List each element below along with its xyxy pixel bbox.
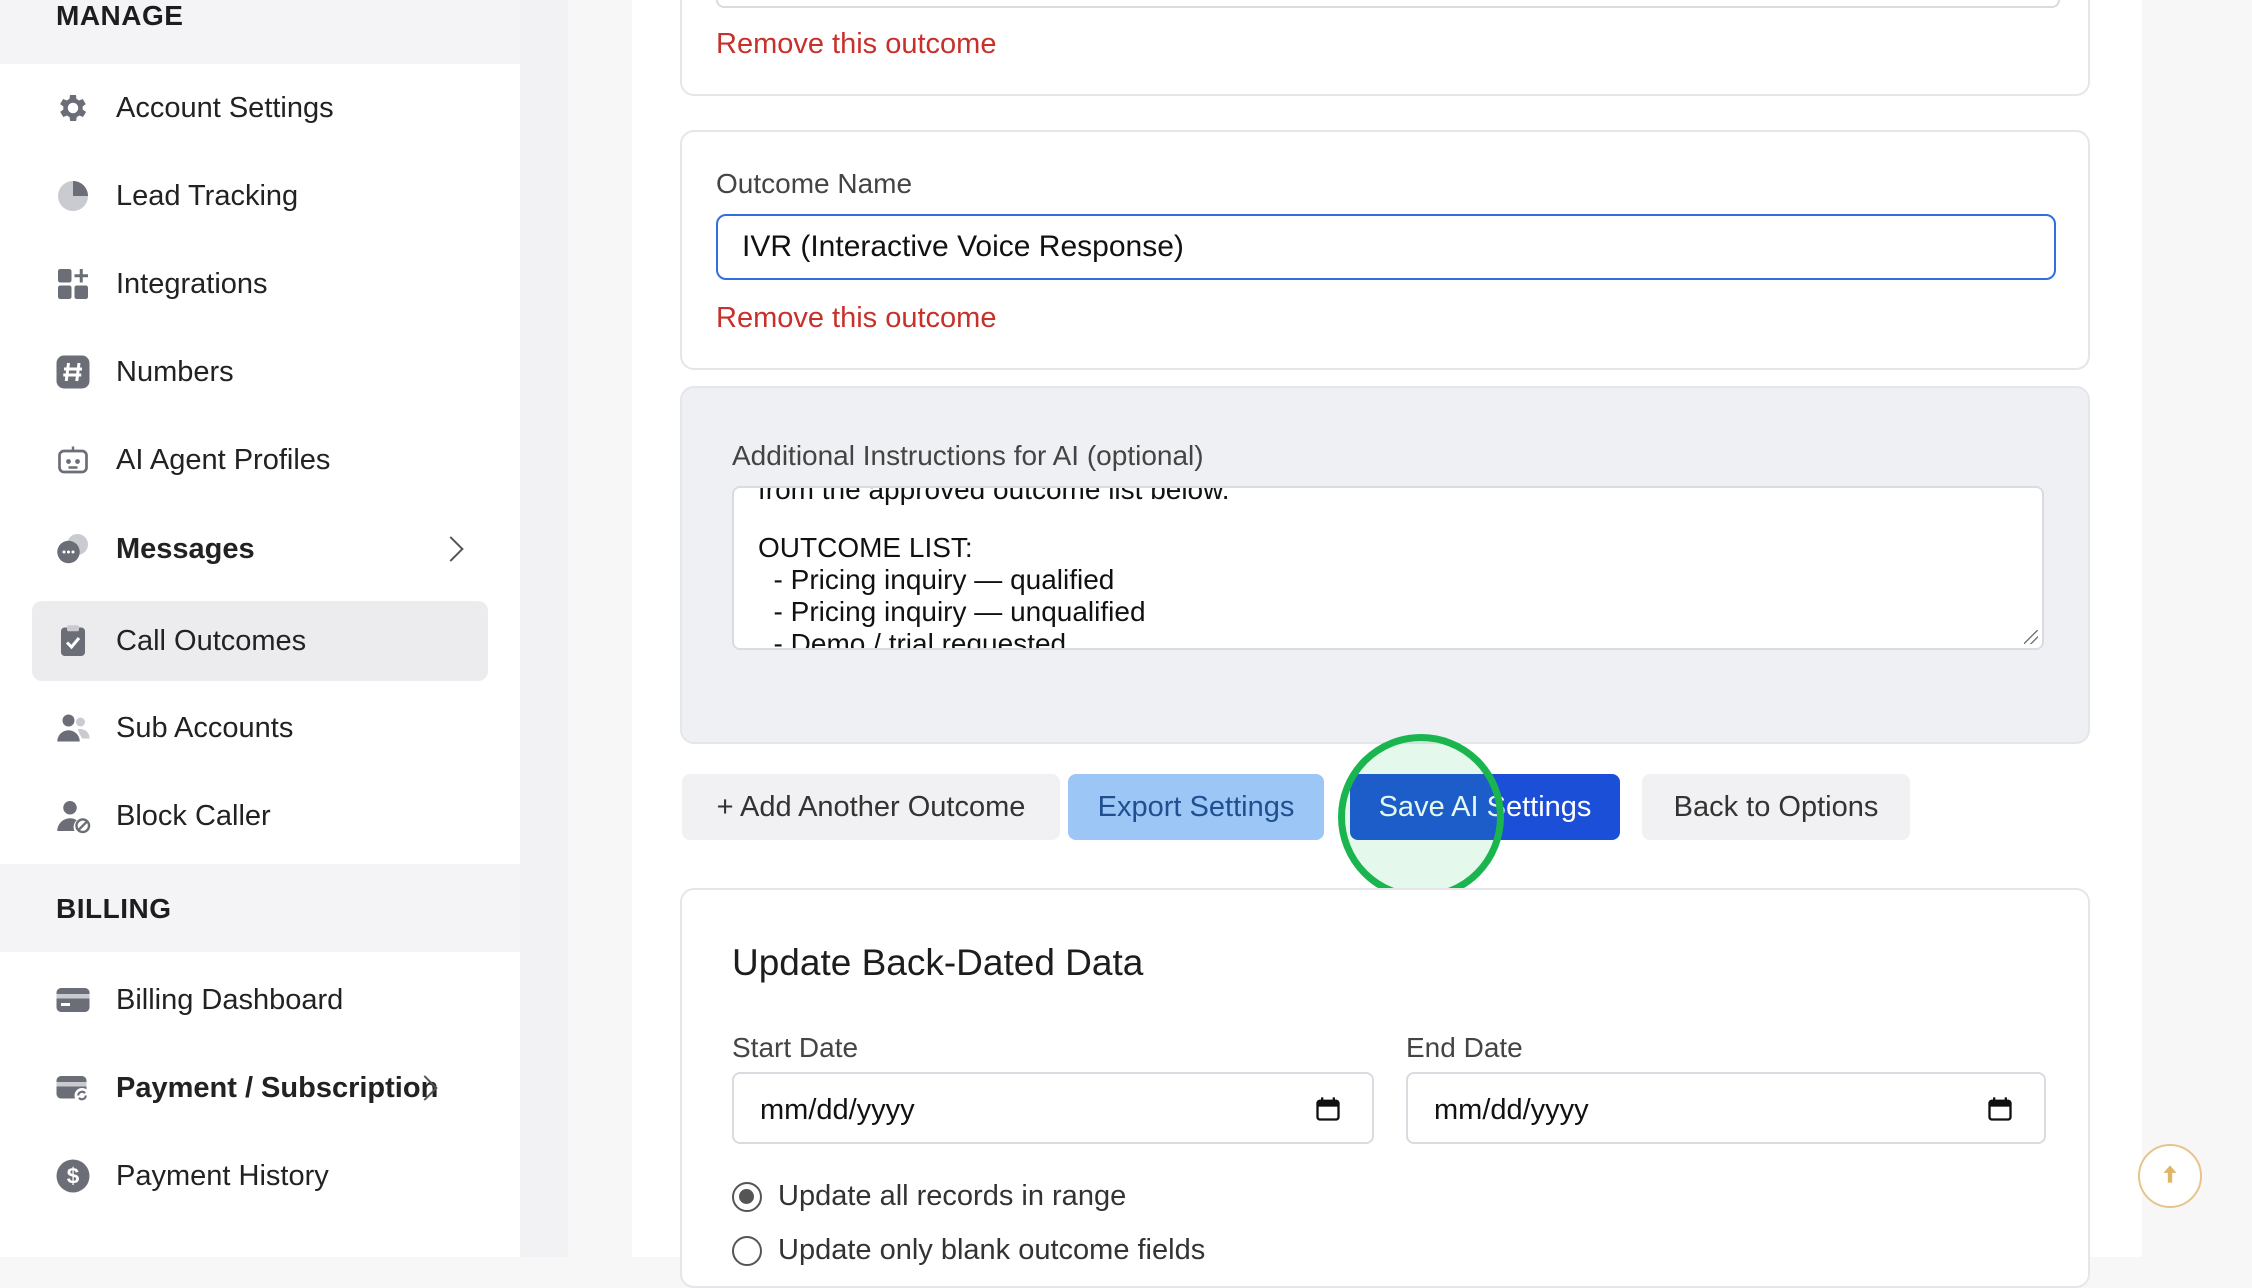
outcome-name-input[interactable] [716,214,2056,280]
chevron-right-icon [438,536,464,562]
textarea-line: - Demo / trial requested [758,628,1067,650]
sidebar-gutter [520,0,568,1257]
billing-section-header: BILLING [0,864,520,952]
outcome-card: Remove this outcome [680,0,2090,96]
sidebar-item-account-settings[interactable]: Account Settings [32,68,488,148]
sidebar-item-payment-history[interactable]: $ Payment History [32,1136,488,1216]
outcome-name-label: Outcome Name [716,168,913,199]
ai-instructions-textarea[interactable]: from the approved outcome list below. OU… [732,486,2044,650]
sidebar-item-sub-accounts[interactable]: Sub Accounts [32,688,488,768]
dollar-circle-icon: $ [54,1157,92,1195]
clipboard-check-icon [54,622,92,660]
hashtag-icon [54,353,92,391]
sidebar-item-integrations[interactable]: Integrations [32,244,488,324]
back-to-options-button[interactable]: Back to Options [1642,774,1910,840]
end-date-label: End Date [1406,1032,1523,1063]
chat-bubbles-icon [54,530,92,568]
credit-card-icon [54,981,92,1019]
ai-instructions-label: Additional Instructions for AI (optional… [732,440,1204,471]
update-all-label: Update all records in range [778,1180,1127,1212]
sidebar-item-label: Lead Tracking [116,179,299,212]
sidebar-item-label: Block Caller [116,799,271,832]
textarea-line: from the approved outcome list below. [758,486,1230,505]
resize-handle-icon[interactable] [2024,630,2038,644]
billing-header-label: BILLING [56,893,172,924]
robot-icon [54,441,92,479]
sidebar: MANAGE Account Settings Lead Tracking In… [0,0,520,1257]
start-date-input[interactable]: mm/dd/yyyy [732,1072,1374,1144]
textarea-line: OUTCOME LIST: [758,532,973,563]
sidebar-item-payment-subscription[interactable]: Payment / Subscription [32,1048,488,1128]
remove-outcome-link[interactable]: Remove this outcome [716,302,996,335]
outcome-card: Outcome Name Remove this outcome [680,130,2090,370]
start-date-label: Start Date [732,1032,859,1063]
update-blank-label: Update only blank outcome fields [778,1234,1206,1266]
update-all-radio[interactable] [732,1182,762,1212]
sidebar-item-label: Payment History [116,1159,329,1192]
remove-outcome-link[interactable]: Remove this outcome [716,28,996,61]
ai-instructions-card: Additional Instructions for AI (optional… [680,386,2090,744]
sidebar-item-messages[interactable]: Messages [32,509,488,589]
save-ai-settings-button[interactable]: Save AI Settings [1350,774,1620,840]
arrow-up-icon [2157,1161,2183,1192]
manage-section-header: MANAGE [0,0,520,64]
sidebar-item-ai-agent-profiles[interactable]: AI Agent Profiles [32,420,488,500]
card-refresh-icon [54,1069,92,1107]
sidebar-item-label: Payment / Subscription [116,1071,439,1104]
calendar-icon[interactable] [1314,1094,1342,1132]
calendar-icon[interactable] [1986,1094,2014,1132]
sidebar-item-call-outcomes[interactable]: Call Outcomes [32,601,488,681]
sidebar-item-label: Billing Dashboard [116,983,344,1016]
sidebar-item-label: Integrations [116,267,268,300]
textarea-line: - Pricing inquiry — unqualified [758,596,1146,627]
date-placeholder: mm/dd/yyyy [760,1094,915,1126]
add-another-outcome-button[interactable]: + Add Another Outcome [682,774,1060,840]
textarea-line: - Pricing inquiry — qualified [758,564,1115,595]
date-placeholder: mm/dd/yyyy [1434,1094,1589,1126]
sidebar-item-label: Call Outcomes [116,624,307,657]
manage-header-label: MANAGE [56,0,184,31]
sidebar-item-label: Numbers [116,355,234,388]
sidebar-item-label: Sub Accounts [116,711,294,744]
user-block-icon [54,797,92,835]
gear-icon [54,89,92,127]
scroll-to-top-button[interactable] [2138,1144,2202,1208]
sidebar-item-label: AI Agent Profiles [116,443,331,476]
sidebar-item-numbers[interactable]: Numbers [32,332,488,412]
sidebar-item-block-caller[interactable]: Block Caller [32,776,488,856]
update-blank-radio[interactable] [732,1236,762,1266]
export-settings-button[interactable]: Export Settings [1068,774,1324,840]
sidebar-item-label: Messages [116,532,255,565]
sidebar-item-label: Account Settings [116,91,334,124]
outcome-name-input-edge[interactable] [716,0,2060,8]
backdated-title: Update Back-Dated Data [732,942,1144,983]
pie-chart-icon [54,177,92,215]
end-date-input[interactable]: mm/dd/yyyy [1406,1072,2046,1144]
grid-plus-icon [54,265,92,303]
svg-text:$: $ [67,1164,80,1189]
users-icon [54,709,92,747]
sidebar-item-billing-dashboard[interactable]: Billing Dashboard [32,960,488,1040]
sidebar-item-lead-tracking[interactable]: Lead Tracking [32,156,488,236]
